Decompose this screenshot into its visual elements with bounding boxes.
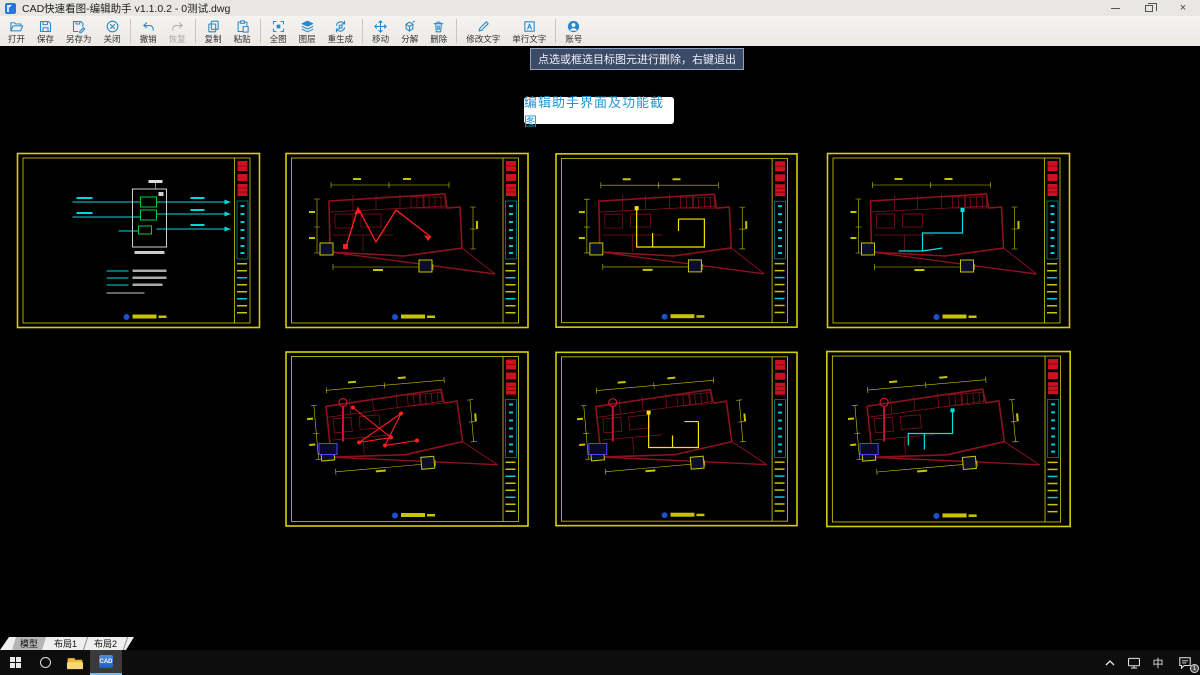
save-as-button[interactable]: 另存为 (60, 16, 98, 46)
file-explorer-button[interactable] (60, 650, 90, 675)
windows-logo-icon (9, 657, 21, 668)
sheet-plan-yellow[interactable] (553, 151, 800, 330)
close-button[interactable]: × (1166, 0, 1200, 16)
folder-icon (66, 657, 84, 669)
single-line-text-icon (524, 21, 535, 32)
save-button[interactable]: 保存 (31, 16, 60, 46)
account-icon (568, 20, 580, 32)
open-icon (10, 21, 24, 32)
paste-icon (237, 20, 249, 33)
delete-icon (433, 21, 444, 33)
sheet-plan2-cyan[interactable] (822, 349, 1075, 529)
close-file-icon (106, 20, 118, 33)
paste-button[interactable]: 粘贴 (228, 16, 257, 46)
windows-taskbar: CAD 中 1 (0, 650, 1200, 675)
cad-app-icon: CAD (99, 655, 113, 668)
restore-button[interactable] (1132, 0, 1166, 16)
regenerate-button[interactable]: 重生成 (322, 16, 360, 46)
notification-badge: 1 (1190, 664, 1199, 673)
app-icon (5, 2, 16, 14)
canvas-caption-label: 编辑助手界面及功能截图 (524, 95, 674, 129)
toolbar-separator (129, 19, 131, 43)
cad-app-taskbar-button[interactable]: CAD (90, 650, 122, 675)
toolbar-separator (194, 19, 196, 43)
layers-icon (301, 20, 313, 33)
delete-mode-tooltip: 点选或框选目标图元进行删除，右键退出 (530, 48, 744, 70)
redo-button: 恢复 (163, 16, 192, 46)
restore-icon (1145, 2, 1157, 12)
sheet-schematic[interactable] (12, 151, 265, 330)
full-view-button[interactable]: 全图 (264, 16, 293, 46)
network-icon (1128, 657, 1140, 669)
cortana-button[interactable] (30, 650, 60, 675)
tab-layout1[interactable]: 布局1 (43, 637, 89, 650)
toolbar-separator (555, 19, 557, 43)
redo-icon (171, 21, 183, 31)
close-icon: × (1179, 1, 1187, 14)
delete-button[interactable]: 删除 (424, 16, 453, 46)
layout-tab-bar: 模型 布局1 布局2 (0, 637, 1200, 650)
copy-button[interactable]: 复制 (199, 16, 228, 46)
explode-button[interactable]: 分解 (395, 16, 424, 46)
cortana-icon (39, 657, 51, 668)
move-button[interactable]: 移动 (366, 16, 395, 46)
save-icon (39, 20, 52, 32)
single-line-text-button[interactable]: 单行文字 (506, 16, 552, 46)
undo-button[interactable]: 撤销 (134, 16, 163, 46)
toolbar: 打开 保存 另存为 关闭 撤销 恢复 复制 粘贴 全图 图层 重生成 移动 分解… (0, 16, 1200, 46)
account-button[interactable]: 账号 (559, 16, 588, 46)
open-button[interactable]: 打开 (2, 16, 31, 46)
chevron-up-icon (1105, 659, 1115, 665)
minimize-button[interactable] (1098, 0, 1132, 16)
sheet-plan-red[interactable] (283, 151, 531, 330)
edit-text-icon (478, 21, 489, 32)
tray-chevron-button[interactable] (1098, 650, 1122, 675)
move-icon (374, 20, 387, 33)
sheet-plan2-red[interactable] (283, 349, 531, 529)
drawing-canvas[interactable]: 点选或框选目标图元进行删除，右键退出 编辑助手界面及功能截图 (0, 46, 1200, 637)
toolbar-separator (362, 19, 364, 43)
sheet-plan2-yellow[interactable] (553, 349, 800, 529)
sheet-plan-cyan[interactable] (822, 151, 1075, 330)
start-button[interactable] (0, 650, 30, 675)
edit-text-button[interactable]: 修改文字 (460, 16, 506, 46)
toolbar-separator (456, 19, 458, 43)
close-file-button[interactable]: 关闭 (98, 16, 127, 46)
regenerate-icon (335, 20, 345, 33)
toolbar-separator (259, 19, 261, 43)
save-as-icon (73, 20, 86, 34)
undo-icon (142, 21, 154, 31)
ime-indicator[interactable]: 中 (1146, 650, 1170, 675)
tab-model[interactable]: 模型 (12, 637, 46, 650)
network-tray-button[interactable] (1122, 650, 1146, 675)
copy-icon (207, 20, 219, 33)
minimize-icon (1110, 7, 1120, 9)
layers-button[interactable]: 图层 (293, 16, 322, 46)
tab-layout2[interactable]: 布局2 (83, 637, 129, 650)
title-bar: CAD快速看图-编辑助手 v1.1.0.2 - 0测试.dwg × (0, 0, 1200, 16)
explode-icon (405, 20, 416, 32)
window-title: CAD快速看图-编辑助手 v1.1.0.2 - 0测试.dwg (22, 2, 231, 15)
action-center-button[interactable]: 1 (1170, 650, 1200, 675)
